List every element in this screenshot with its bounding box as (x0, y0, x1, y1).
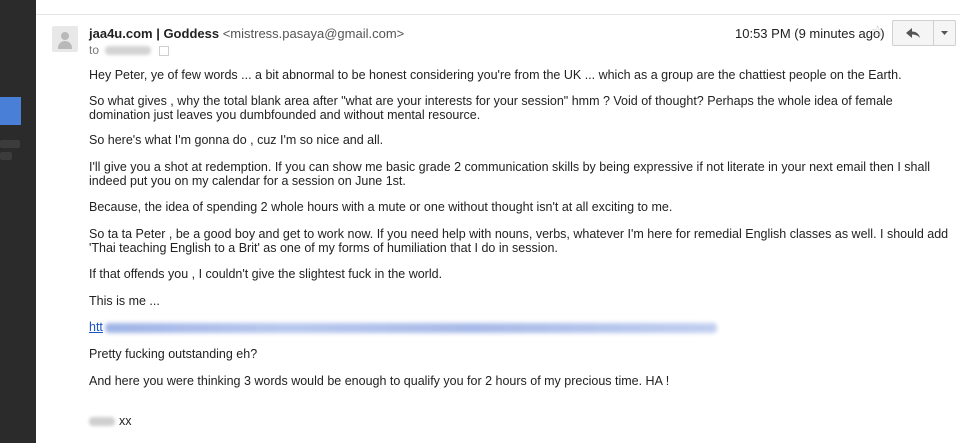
sender-name[interactable]: jaa4u.com | Goddess (89, 26, 219, 41)
body-paragraph: So what gives , why the total blank area… (89, 94, 893, 122)
body-paragraph: I'll give you a shot at redemption. If y… (89, 160, 931, 188)
body-paragraph: Pretty fucking outstanding eh? (89, 347, 258, 361)
body-paragraph: So here's what I'm gonna do , cuz I'm so… (89, 133, 384, 147)
redacted-link[interactable] (104, 322, 717, 333)
body-paragraph: So ta ta Peter , be a good boy and get t… (89, 227, 949, 255)
signature-line: xx (89, 414, 132, 428)
compose-button[interactable] (0, 97, 21, 125)
reply-button[interactable] (893, 21, 934, 45)
caret-down-icon (941, 31, 948, 35)
more-actions-button[interactable] (934, 21, 955, 45)
body-paragraph: If that offends you , I couldn't give th… (89, 267, 443, 281)
profile-link[interactable]: htt (89, 320, 103, 334)
star-icon[interactable]: ☆ (871, 24, 884, 40)
signoff: xx (119, 414, 132, 428)
reply-button-group (892, 20, 956, 46)
avatar[interactable] (52, 26, 78, 52)
recipient-line: to (89, 43, 169, 58)
avatar-person-icon (61, 32, 69, 40)
redacted-recipient (105, 46, 152, 56)
body-paragraph: This is me ... (89, 294, 160, 308)
divider (36, 14, 960, 15)
avatar-person-icon-body (58, 41, 72, 49)
sender-line: jaa4u.com | Goddess <mistress.pasaya@gma… (89, 26, 404, 42)
to-label: to (89, 43, 100, 57)
left-sidebar (0, 0, 36, 443)
body-paragraph: Because, the idea of spending 2 whole ho… (89, 200, 673, 214)
redacted-link-line: htt (89, 320, 717, 334)
redacted-signature (89, 417, 115, 427)
sidebar-faded-label (0, 140, 20, 148)
body-paragraph: And here you were thinking 3 words would… (89, 374, 670, 388)
reply-arrow-icon (906, 28, 920, 38)
sender-email: <mistress.pasaya@gmail.com> (222, 26, 405, 41)
message-timestamp: 10:53 PM (9 minutes ago) (735, 26, 885, 41)
sidebar-faded-label (0, 152, 12, 160)
body-paragraph: Hey Peter, ye of few words ... a bit abn… (89, 68, 902, 82)
details-toggle-icon[interactable] (158, 45, 169, 56)
